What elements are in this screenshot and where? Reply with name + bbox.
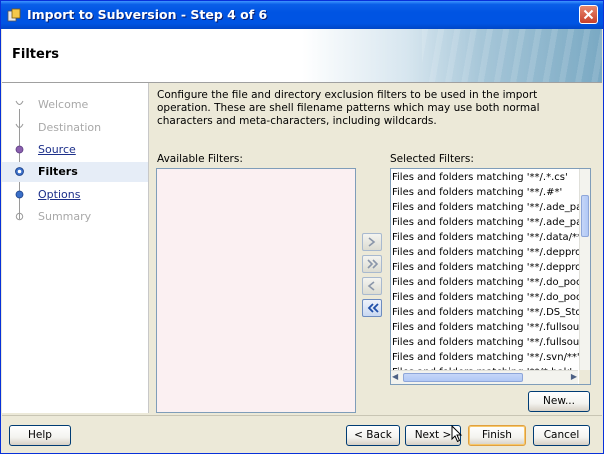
page-title: Filters	[12, 47, 59, 62]
selected-filters-list[interactable]: Files and folders matching '**/.*.cs' Fi…	[390, 168, 591, 385]
double-chevron-right-icon	[367, 259, 379, 269]
chevron-right-icon	[368, 237, 376, 247]
steps-panel: Welcome Destination Source Filters Optio…	[2, 83, 149, 413]
list-item[interactable]: Files and folders matching '**/.#*'	[392, 185, 562, 200]
list-item[interactable]: Files and folders matching '**/.DS_Store…	[392, 305, 590, 320]
app-icon	[7, 8, 21, 22]
list-item[interactable]: Files and folders matching '**/.svn/**'	[392, 350, 580, 365]
chevron-left-icon	[367, 281, 375, 291]
step-filters: Filters	[2, 162, 148, 182]
list-item[interactable]: Files and folders matching '**/.depprod_…	[392, 260, 590, 275]
content-area: Configure the file and directory exclusi…	[149, 83, 602, 413]
mouse-cursor-icon	[451, 425, 463, 443]
step-destination: Destination	[2, 118, 148, 138]
step-source[interactable]: Source	[2, 140, 148, 160]
list-item[interactable]: Files and folders matching '**/.do_pool/…	[392, 290, 590, 305]
vertical-scrollbar[interactable]	[579, 169, 590, 370]
remove-all-filters-button[interactable]	[362, 299, 382, 317]
step-welcome: Welcome	[2, 95, 148, 115]
window-title: Import to Subversion - Step 4 of 6	[27, 7, 268, 22]
horizontal-scroll-thumb[interactable]	[403, 373, 523, 382]
header-banner-texture	[422, 29, 602, 82]
description-text: Configure the file and directory exclusi…	[157, 89, 540, 127]
step-label: Filters	[38, 165, 78, 178]
add-all-filters-button[interactable]	[362, 255, 382, 273]
scroll-right-icon[interactable]: ▶	[571, 372, 577, 381]
close-icon	[583, 9, 594, 20]
step-label: Summary	[38, 210, 92, 223]
step-node-icon	[15, 123, 24, 128]
step-node-icon	[15, 212, 24, 221]
list-item[interactable]: Files and folders matching '**/.data/**'	[392, 230, 585, 245]
back-button[interactable]: < Back	[346, 425, 400, 446]
step-summary: Summary	[2, 207, 148, 227]
list-item[interactable]: Files and folders matching '**/.fullsour…	[392, 320, 590, 335]
double-chevron-left-icon	[367, 303, 379, 313]
help-button[interactable]: Help	[9, 425, 71, 446]
scroll-left-icon[interactable]: ◀	[392, 372, 398, 381]
new-filter-button[interactable]: New...	[528, 391, 590, 412]
scroll-corner	[579, 370, 590, 384]
step-node-icon	[15, 190, 24, 199]
finish-button[interactable]: Finish	[468, 425, 526, 446]
selected-filters-label: Selected Filters:	[390, 153, 474, 165]
step-current-node-icon	[15, 167, 24, 176]
step-label: Welcome	[38, 98, 89, 111]
step-node-icon	[15, 145, 24, 154]
list-item[interactable]: Files and folders matching '**/.ade_path…	[392, 200, 590, 215]
list-item[interactable]: Files and folders matching '**/.do_pool'	[392, 275, 588, 290]
step-node-icon	[15, 100, 24, 105]
list-item[interactable]: Files and folders matching '**/.fullsour…	[392, 335, 590, 350]
title-bar[interactable]: Import to Subversion - Step 4 of 6	[1, 1, 603, 29]
cancel-button[interactable]: Cancel	[533, 425, 590, 446]
footer-divider	[2, 415, 602, 416]
list-item[interactable]: Files and folders matching '**/.*.cs'	[392, 170, 568, 185]
step-label[interactable]: Source	[38, 143, 76, 156]
wizard-header: Filters	[2, 29, 602, 83]
list-item[interactable]: Files and folders matching '**/.depprod'	[392, 245, 590, 260]
add-filter-button[interactable]	[362, 233, 382, 251]
dialog-window: Import to Subversion - Step 4 of 6 Filte…	[0, 0, 604, 454]
available-filters-label: Available Filters:	[157, 153, 243, 165]
available-filters-list[interactable]	[156, 168, 356, 413]
list-item[interactable]: Files and folders matching '**/.ade_path…	[392, 215, 590, 230]
step-label[interactable]: Options	[38, 188, 80, 201]
step-label: Destination	[38, 121, 102, 134]
horizontal-scrollbar[interactable]: ◀ ▶	[391, 370, 578, 384]
remove-filter-button[interactable]	[362, 277, 382, 295]
vertical-scroll-thumb[interactable]	[581, 195, 589, 237]
step-options[interactable]: Options	[2, 185, 148, 205]
close-button[interactable]	[579, 5, 598, 24]
